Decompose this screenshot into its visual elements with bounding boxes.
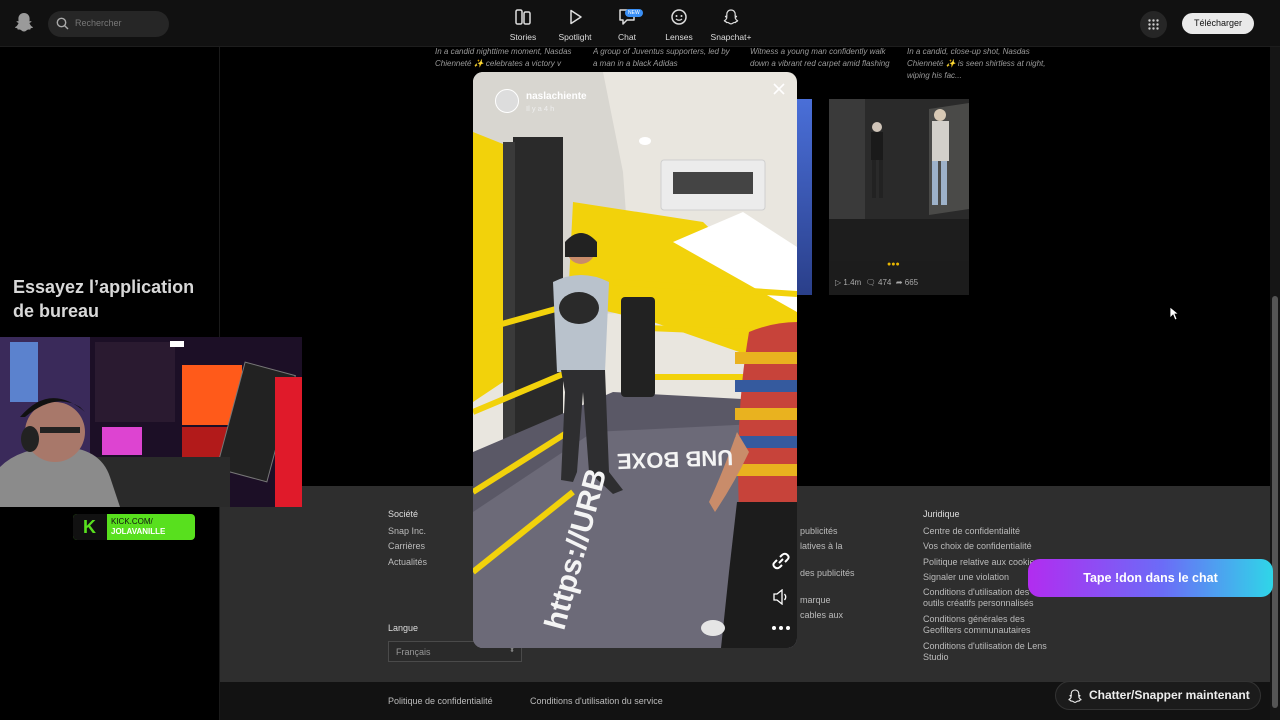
nav-lenses[interactable]: Lenses xyxy=(649,8,709,42)
link-icon[interactable] xyxy=(771,551,791,571)
nav-lenses-label: Lenses xyxy=(665,32,693,42)
footer-link[interactable]: Actualités xyxy=(388,557,427,567)
footer-link[interactable]: Conditions générales des Geofilters comm… xyxy=(923,614,1048,636)
footer-heading-langue: Langue xyxy=(388,623,419,633)
top-bar: Rechercher Stories Spotlight Chat NEW Le… xyxy=(0,0,1280,47)
language-value: Français xyxy=(396,647,431,657)
story-timestamp: Il y a 4 h xyxy=(526,104,555,113)
donation-banner: Tape !don dans le chat xyxy=(1028,559,1273,597)
story-video[interactable]: UNB BOXE https://URB xyxy=(473,72,797,648)
share-count: 665 xyxy=(904,278,919,287)
footer-link[interactable]: Centre de confidentialité xyxy=(923,526,1053,536)
story-stats: ▷ 1.4m 🗨 474 ➦ 665 xyxy=(835,278,918,287)
emoji-row: ●●● xyxy=(887,261,900,268)
comment-count: 474 xyxy=(878,278,892,287)
footer-link[interactable]: Snap Inc. xyxy=(388,526,426,536)
play-icon xyxy=(570,9,582,25)
nav-spotlight[interactable]: Spotlight xyxy=(545,8,605,42)
footer-heading-societe: Société xyxy=(388,509,419,519)
view-count: 1.4m xyxy=(843,278,862,287)
apps-grid-button[interactable] xyxy=(1140,11,1167,38)
snapchat-ghost-icon xyxy=(1068,689,1082,703)
scrollbar-thumb[interactable] xyxy=(1272,296,1278,708)
nav-spotlight-label: Spotlight xyxy=(558,32,592,42)
avatar[interactable] xyxy=(495,89,519,113)
story-username[interactable]: naslachiente xyxy=(526,91,587,102)
story-caption[interactable]: In a candid, close-up shot, Nasdas Chien… xyxy=(907,46,1047,82)
share-icon: ➦ xyxy=(895,278,903,287)
footer-link[interactable]: Carrières xyxy=(388,541,425,551)
comment-icon: 🗨 xyxy=(865,278,876,287)
footer-link[interactable]: des publicités xyxy=(800,568,855,578)
story-card[interactable]: ●●● ▷ 1.4m 🗨 474 ➦ 665 xyxy=(829,99,969,295)
nav-stories[interactable]: Stories xyxy=(493,8,553,42)
footer-link[interactable]: marque xyxy=(800,595,831,605)
play-count-icon: ▷ xyxy=(835,278,842,287)
floor-text: UNB BOXE xyxy=(617,445,734,474)
volume-icon[interactable] xyxy=(772,589,790,605)
snapchat-plus-icon xyxy=(723,9,739,25)
search-icon xyxy=(56,17,69,30)
footer-heading-juridique: Juridique xyxy=(923,509,960,519)
lenses-icon xyxy=(671,9,687,25)
story-card-partial[interactable] xyxy=(797,99,812,295)
chat-now-button[interactable]: Chatter/Snapper maintenant xyxy=(1055,681,1261,710)
mouse-cursor-icon xyxy=(1169,306,1179,321)
kick-channel-badge: K KICK.COM/ JOLAVANILLE xyxy=(73,514,195,540)
download-button[interactable]: Télécharger xyxy=(1182,13,1254,34)
nav-snapchat-plus[interactable]: Snapchat+ xyxy=(701,8,761,42)
footer-link[interactable]: cables aux xyxy=(800,610,843,620)
snapchat-ghost-icon[interactable] xyxy=(14,12,34,34)
footer-link[interactable]: Vos choix de confidentialité xyxy=(923,541,1053,551)
search-placeholder: Rechercher xyxy=(75,18,122,28)
footer-bottom-link[interactable]: Conditions d'utilisation du service xyxy=(530,696,663,706)
nav-chat-label: Chat xyxy=(618,32,636,42)
story-thumbnail xyxy=(829,99,969,261)
search-input[interactable]: Rechercher xyxy=(48,11,169,37)
footer-link[interactable]: publicités xyxy=(800,526,838,536)
nav-stories-label: Stories xyxy=(509,32,537,42)
grid-icon xyxy=(1148,19,1159,30)
footer-link[interactable]: Conditions d'utilisation de Lens Studio xyxy=(923,641,1048,663)
footer-link[interactable]: latives à la xyxy=(800,541,843,551)
more-options-icon[interactable] xyxy=(771,625,791,631)
stories-icon xyxy=(515,9,531,25)
nav-snapchat-plus-label: Snapchat+ xyxy=(710,32,752,42)
desktop-app-promo[interactable]: Essayez l’application de bureau xyxy=(13,275,213,323)
streamer-webcam xyxy=(0,337,302,507)
footer-bottom-link[interactable]: Politique de confidentialité xyxy=(388,696,493,706)
close-icon[interactable] xyxy=(772,82,786,96)
story-viewer-modal[interactable]: UNB BOXE https://URB naslachiente Il y a… xyxy=(473,72,797,648)
kick-url: KICK.COM/ xyxy=(111,517,153,526)
kick-username: JOLAVANILLE xyxy=(111,527,166,536)
kick-logo-icon: K xyxy=(73,514,107,540)
chat-now-label: Chatter/Snapper maintenant xyxy=(1089,688,1250,702)
new-badge: NEW xyxy=(625,9,643,17)
